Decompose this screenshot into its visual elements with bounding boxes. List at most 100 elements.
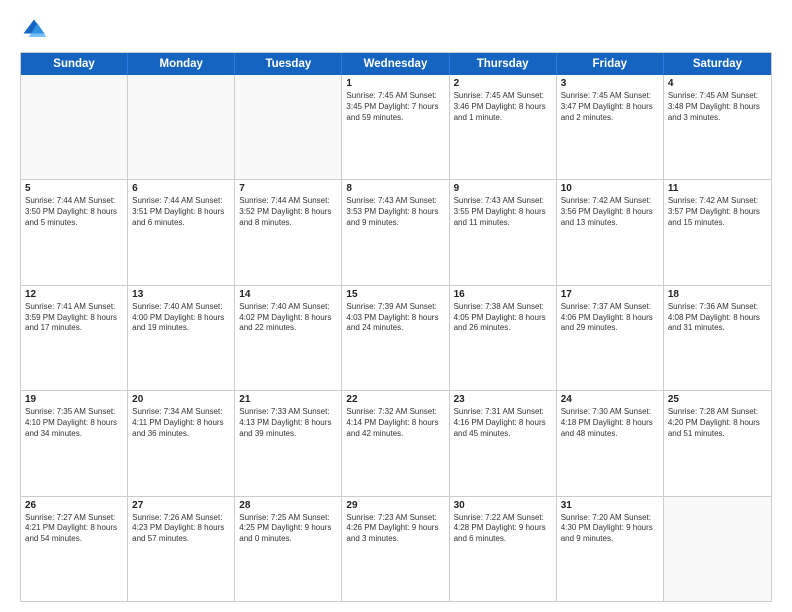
calendar-cell: 11 Sunrise: 7:42 AM Sunset: 3:57 PM Dayli… [664, 180, 771, 284]
calendar-cell: 2 Sunrise: 7:45 AM Sunset: 3:46 PM Daylig… [450, 75, 557, 179]
calendar-cell: 4 Sunrise: 7:45 AM Sunset: 3:48 PM Daylig… [664, 75, 771, 179]
cell-content: Sunrise: 7:36 AM Sunset: 4:08 PM Dayligh… [668, 302, 767, 334]
calendar-cell: 22 Sunrise: 7:32 AM Sunset: 4:14 PM Dayli… [342, 391, 449, 495]
day-number: 4 [668, 78, 767, 89]
day-number: 29 [346, 500, 444, 511]
calendar-cell: 21 Sunrise: 7:33 AM Sunset: 4:13 PM Dayli… [235, 391, 342, 495]
calendar-cell: 28 Sunrise: 7:25 AM Sunset: 4:25 PM Dayli… [235, 497, 342, 601]
logo-icon [20, 16, 48, 44]
day-number: 2 [454, 78, 552, 89]
cell-content: Sunrise: 7:30 AM Sunset: 4:18 PM Dayligh… [561, 407, 659, 439]
calendar-cell: 13 Sunrise: 7:40 AM Sunset: 4:00 PM Dayli… [128, 286, 235, 390]
cell-content: Sunrise: 7:42 AM Sunset: 3:57 PM Dayligh… [668, 196, 767, 228]
day-number: 17 [561, 289, 659, 300]
calendar-header: SundayMondayTuesdayWednesdayThursdayFrid… [21, 53, 771, 75]
day-number: 13 [132, 289, 230, 300]
calendar-cell: 15 Sunrise: 7:39 AM Sunset: 4:03 PM Dayli… [342, 286, 449, 390]
calendar-header-sunday: Sunday [21, 53, 128, 75]
cell-content: Sunrise: 7:20 AM Sunset: 4:30 PM Dayligh… [561, 513, 659, 545]
day-number: 30 [454, 500, 552, 511]
page: SundayMondayTuesdayWednesdayThursdayFrid… [0, 0, 792, 612]
calendar-week-3: 12Sunrise: 7:41 AM Sunset: 3:59 PM Dayli… [21, 286, 771, 391]
cell-content: Sunrise: 7:27 AM Sunset: 4:21 PM Dayligh… [25, 513, 123, 545]
calendar-cell: 19Sunrise: 7:35 AM Sunset: 4:10 PM Dayli… [21, 391, 128, 495]
cell-content: Sunrise: 7:43 AM Sunset: 3:53 PM Dayligh… [346, 196, 444, 228]
day-number: 21 [239, 394, 337, 405]
calendar-header-wednesday: Wednesday [342, 53, 449, 75]
calendar-cell: 25 Sunrise: 7:28 AM Sunset: 4:20 PM Dayli… [664, 391, 771, 495]
calendar-cell: 9Sunrise: 7:43 AM Sunset: 3:55 PM Daylig… [450, 180, 557, 284]
cell-content: Sunrise: 7:26 AM Sunset: 4:23 PM Dayligh… [132, 513, 230, 545]
day-number: 18 [668, 289, 767, 300]
cell-content: Sunrise: 7:43 AM Sunset: 3:55 PM Dayligh… [454, 196, 552, 228]
day-number: 16 [454, 289, 552, 300]
logo [20, 16, 52, 44]
calendar-cell [664, 497, 771, 601]
calendar-cell: 5 Sunrise: 7:44 AM Sunset: 3:50 PM Daylig… [21, 180, 128, 284]
day-number: 3 [561, 78, 659, 89]
cell-content: Sunrise: 7:31 AM Sunset: 4:16 PM Dayligh… [454, 407, 552, 439]
day-number: 10 [561, 183, 659, 194]
cell-content: Sunrise: 7:40 AM Sunset: 4:00 PM Dayligh… [132, 302, 230, 334]
day-number: 7 [239, 183, 337, 194]
day-number: 25 [668, 394, 767, 405]
calendar-cell: 27 Sunrise: 7:26 AM Sunset: 4:23 PM Dayli… [128, 497, 235, 601]
day-number: 1 [346, 78, 444, 89]
day-number: 22 [346, 394, 444, 405]
calendar-cell: 20Sunrise: 7:34 AM Sunset: 4:11 PM Dayli… [128, 391, 235, 495]
cell-content: Sunrise: 7:45 AM Sunset: 3:46 PM Dayligh… [454, 91, 552, 123]
header [20, 16, 772, 44]
day-number: 5 [25, 183, 123, 194]
cell-content: Sunrise: 7:37 AM Sunset: 4:06 PM Dayligh… [561, 302, 659, 334]
calendar-cell: 18 Sunrise: 7:36 AM Sunset: 4:08 PM Dayli… [664, 286, 771, 390]
cell-content: Sunrise: 7:33 AM Sunset: 4:13 PM Dayligh… [239, 407, 337, 439]
day-number: 15 [346, 289, 444, 300]
cell-content: Sunrise: 7:45 AM Sunset: 3:45 PM Dayligh… [346, 91, 444, 123]
calendar-cell: 8Sunrise: 7:43 AM Sunset: 3:53 PM Daylig… [342, 180, 449, 284]
cell-content: Sunrise: 7:22 AM Sunset: 4:28 PM Dayligh… [454, 513, 552, 545]
calendar-cell: 3 Sunrise: 7:45 AM Sunset: 3:47 PM Daylig… [557, 75, 664, 179]
calendar-cell [128, 75, 235, 179]
calendar: SundayMondayTuesdayWednesdayThursdayFrid… [20, 52, 772, 602]
day-number: 27 [132, 500, 230, 511]
calendar-cell: 24 Sunrise: 7:30 AM Sunset: 4:18 PM Dayli… [557, 391, 664, 495]
cell-content: Sunrise: 7:23 AM Sunset: 4:26 PM Dayligh… [346, 513, 444, 545]
calendar-cell: 17 Sunrise: 7:37 AM Sunset: 4:06 PM Dayli… [557, 286, 664, 390]
day-number: 28 [239, 500, 337, 511]
calendar-week-2: 5 Sunrise: 7:44 AM Sunset: 3:50 PM Daylig… [21, 180, 771, 285]
calendar-week-1: 1 Sunrise: 7:45 AM Sunset: 3:45 PM Daylig… [21, 75, 771, 180]
calendar-cell: 7Sunrise: 7:44 AM Sunset: 3:52 PM Daylig… [235, 180, 342, 284]
cell-content: Sunrise: 7:44 AM Sunset: 3:51 PM Dayligh… [132, 196, 230, 228]
calendar-cell: 23 Sunrise: 7:31 AM Sunset: 4:16 PM Dayli… [450, 391, 557, 495]
calendar-cell [21, 75, 128, 179]
cell-content: Sunrise: 7:39 AM Sunset: 4:03 PM Dayligh… [346, 302, 444, 334]
calendar-cell: 14 Sunrise: 7:40 AM Sunset: 4:02 PM Dayli… [235, 286, 342, 390]
day-number: 24 [561, 394, 659, 405]
cell-content: Sunrise: 7:28 AM Sunset: 4:20 PM Dayligh… [668, 407, 767, 439]
day-number: 6 [132, 183, 230, 194]
calendar-cell: 26Sunrise: 7:27 AM Sunset: 4:21 PM Dayli… [21, 497, 128, 601]
calendar-week-5: 26Sunrise: 7:27 AM Sunset: 4:21 PM Dayli… [21, 497, 771, 601]
cell-content: Sunrise: 7:32 AM Sunset: 4:14 PM Dayligh… [346, 407, 444, 439]
day-number: 19 [25, 394, 123, 405]
calendar-cell: 10Sunrise: 7:42 AM Sunset: 3:56 PM Dayli… [557, 180, 664, 284]
day-number: 14 [239, 289, 337, 300]
day-number: 11 [668, 183, 767, 194]
cell-content: Sunrise: 7:45 AM Sunset: 3:48 PM Dayligh… [668, 91, 767, 123]
calendar-cell: 31Sunrise: 7:20 AM Sunset: 4:30 PM Dayli… [557, 497, 664, 601]
cell-content: Sunrise: 7:41 AM Sunset: 3:59 PM Dayligh… [25, 302, 123, 334]
calendar-body: 1 Sunrise: 7:45 AM Sunset: 3:45 PM Daylig… [21, 75, 771, 601]
calendar-header-saturday: Saturday [664, 53, 771, 75]
calendar-cell: 29 Sunrise: 7:23 AM Sunset: 4:26 PM Dayli… [342, 497, 449, 601]
cell-content: Sunrise: 7:45 AM Sunset: 3:47 PM Dayligh… [561, 91, 659, 123]
calendar-header-tuesday: Tuesday [235, 53, 342, 75]
day-number: 23 [454, 394, 552, 405]
cell-content: Sunrise: 7:44 AM Sunset: 3:50 PM Dayligh… [25, 196, 123, 228]
calendar-cell: 30 Sunrise: 7:22 AM Sunset: 4:28 PM Dayli… [450, 497, 557, 601]
calendar-header-friday: Friday [557, 53, 664, 75]
cell-content: Sunrise: 7:25 AM Sunset: 4:25 PM Dayligh… [239, 513, 337, 545]
calendar-header-monday: Monday [128, 53, 235, 75]
cell-content: Sunrise: 7:34 AM Sunset: 4:11 PM Dayligh… [132, 407, 230, 439]
cell-content: Sunrise: 7:38 AM Sunset: 4:05 PM Dayligh… [454, 302, 552, 334]
cell-content: Sunrise: 7:40 AM Sunset: 4:02 PM Dayligh… [239, 302, 337, 334]
